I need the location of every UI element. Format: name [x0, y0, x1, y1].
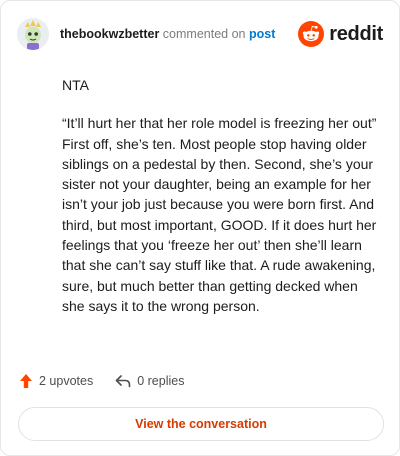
comment-body: NTA “It’ll hurt her that her role model … [62, 75, 380, 334]
comment-card: thebookwzbetter commented on post reddit… [0, 0, 400, 456]
upvote-arrow-icon [20, 374, 32, 388]
replies-button[interactable]: 0 replies [115, 374, 184, 388]
reddit-alien-icon [298, 21, 325, 47]
username[interactable]: thebookwzbetter [60, 27, 159, 41]
brand-wordmark: reddit [329, 22, 383, 45]
reddit-logo[interactable]: reddit [298, 21, 383, 47]
comment-meta: thebookwzbetter commented on post [60, 27, 275, 41]
upvote-count: 2 upvotes [39, 374, 94, 388]
avatar[interactable] [17, 18, 49, 50]
reply-arrow-icon [115, 375, 131, 388]
comment-actions: 2 upvotes 0 replies [19, 373, 184, 389]
upvote-button[interactable]: 2 upvotes [19, 373, 93, 389]
post-link[interactable]: post [249, 27, 275, 41]
comment-header: thebookwzbetter commented on post reddit [17, 17, 383, 51]
avatar-icon [17, 18, 49, 50]
comment-paragraph: “It’ll hurt her that her role model is f… [62, 115, 377, 314]
view-conversation-button[interactable]: View the conversation [18, 407, 384, 441]
reply-count: 0 replies [137, 374, 185, 388]
action-text: commented on [162, 27, 246, 41]
comment-paragraph: NTA [62, 77, 89, 93]
